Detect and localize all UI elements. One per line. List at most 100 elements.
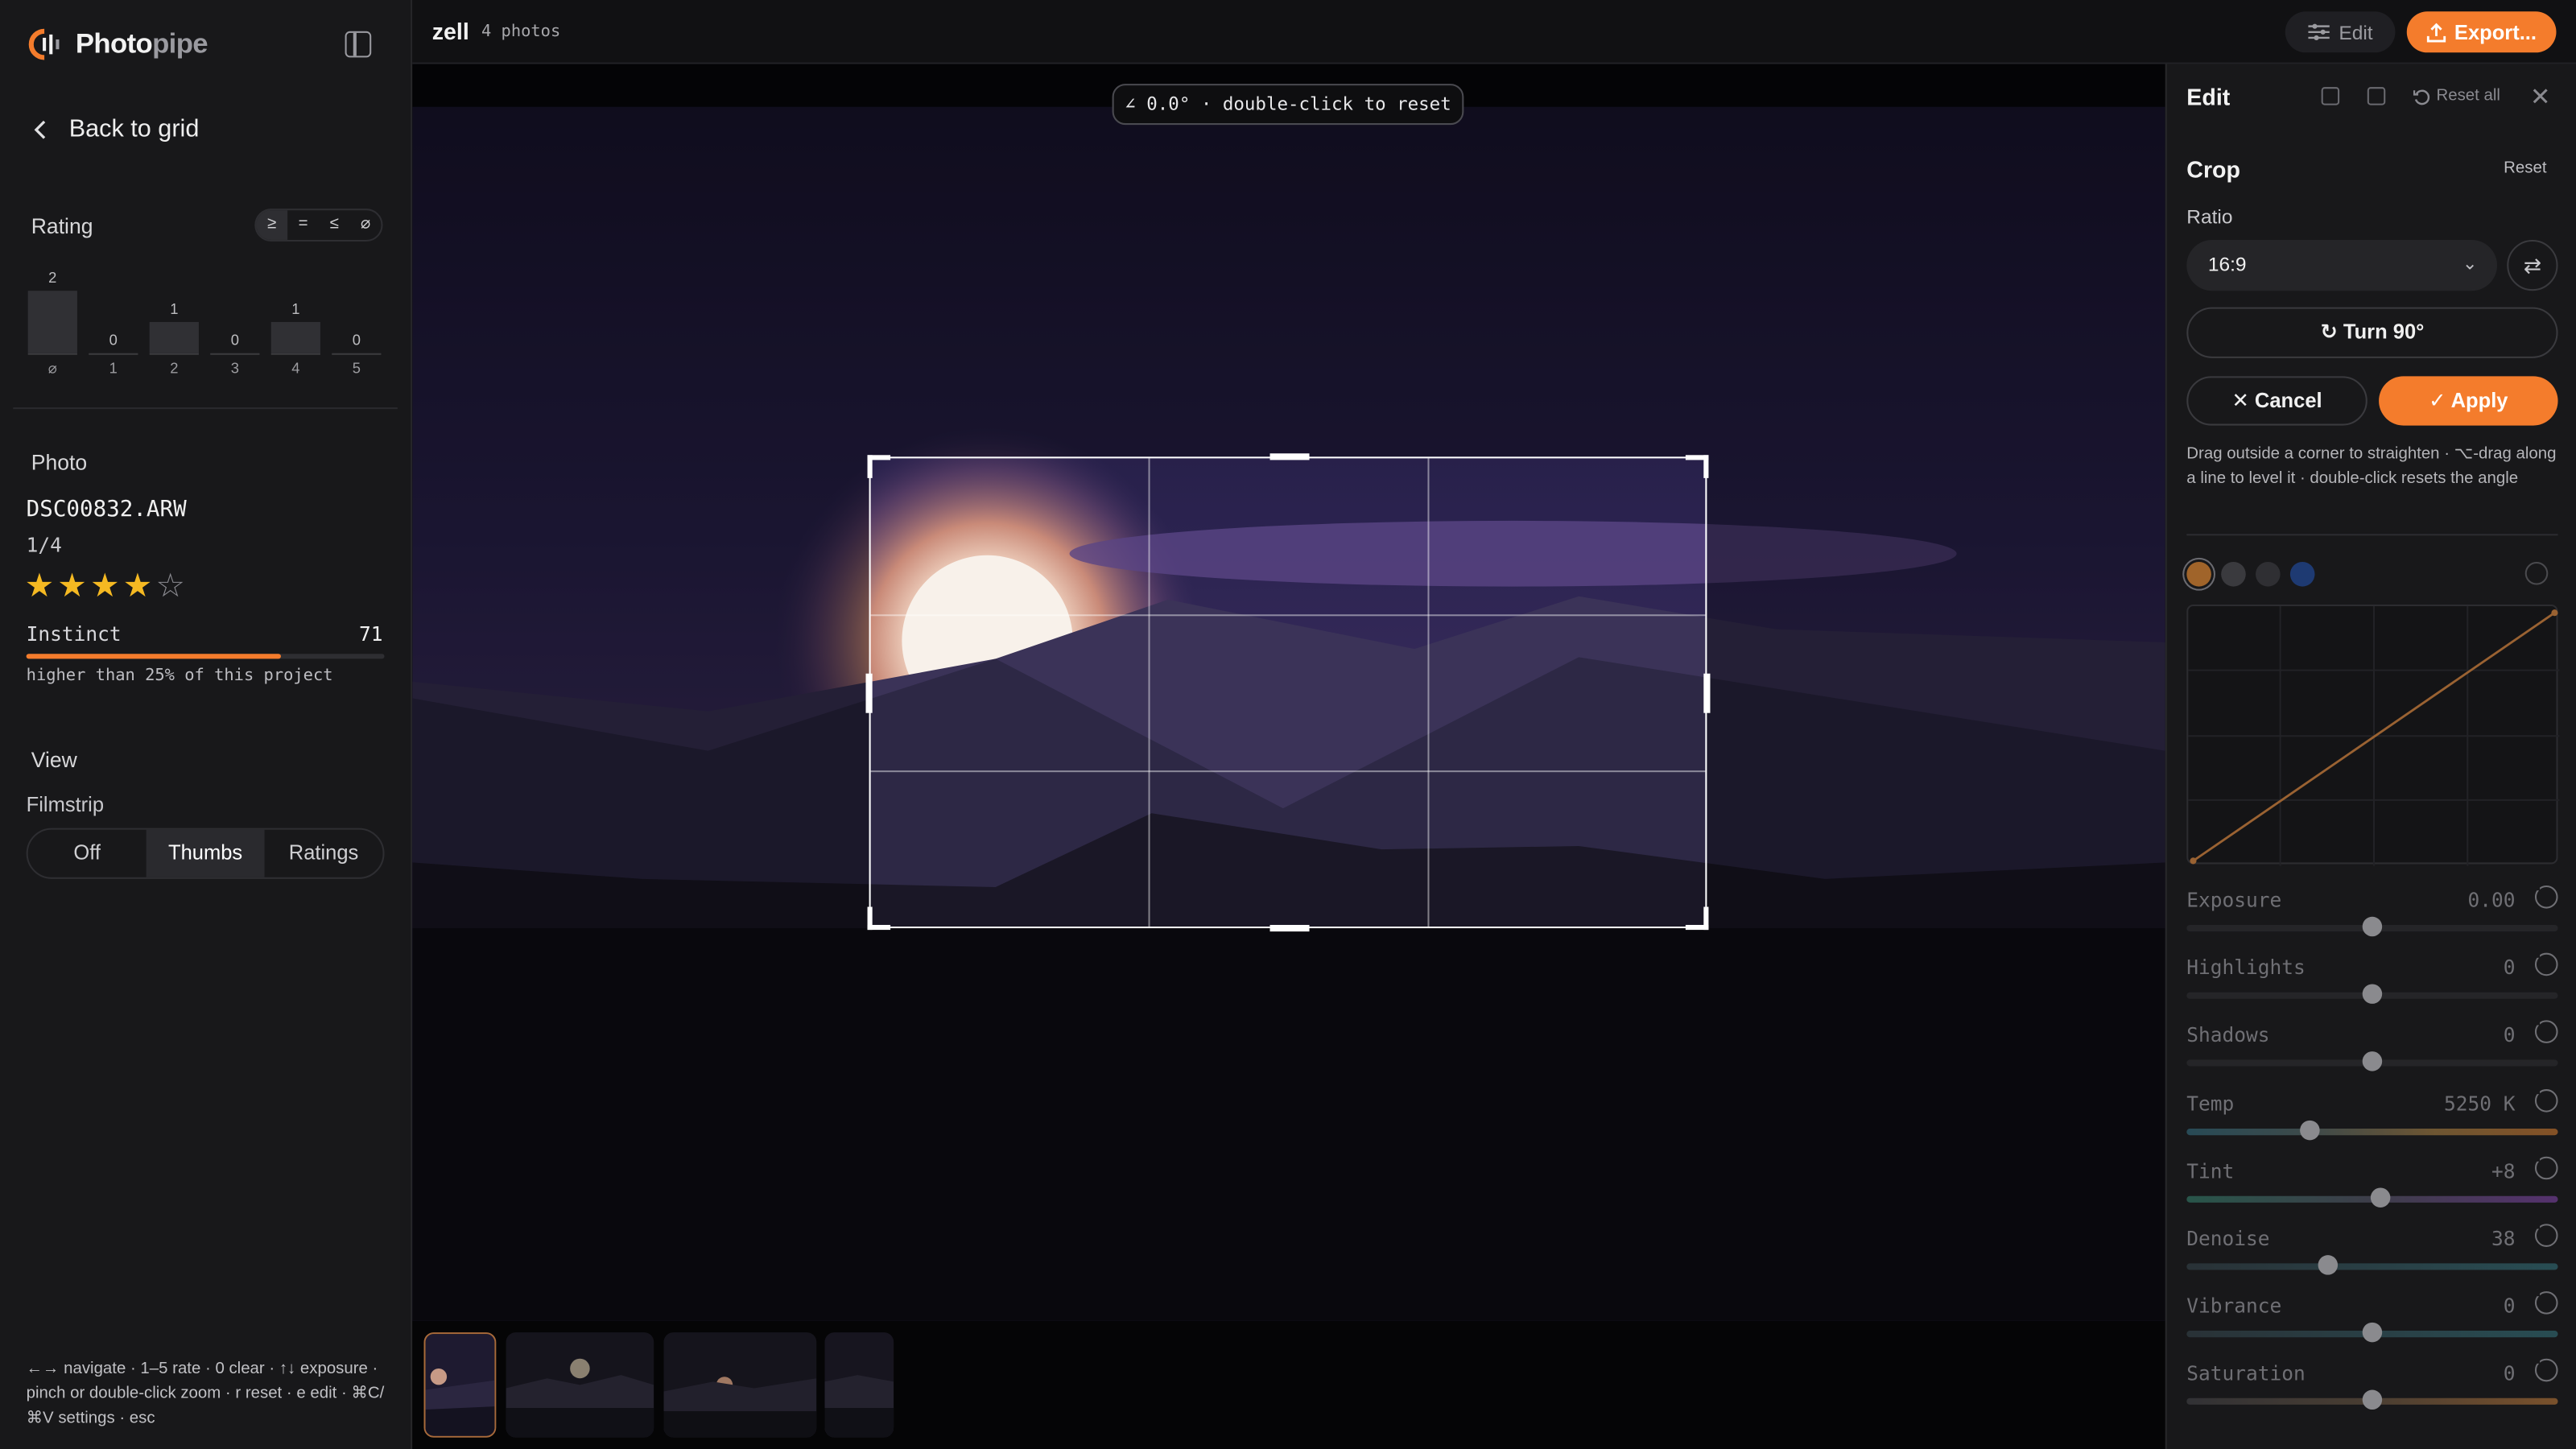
histogram-bar[interactable]: 14 <box>270 300 320 378</box>
edit-button[interactable]: Edit <box>2285 11 2396 53</box>
slider-value[interactable]: 0 <box>2504 956 2516 980</box>
slider-reset-icon[interactable] <box>2533 1222 2558 1247</box>
upload-icon <box>2426 22 2446 42</box>
crop-help-text: Drag outside a corner to straighten · ⌥-… <box>2186 445 2557 488</box>
slider-label: Tint <box>2186 1159 2235 1183</box>
slider-reset-icon[interactable] <box>2533 1357 2558 1383</box>
histogram-bar-fill <box>149 321 199 353</box>
sliders-icon <box>2307 23 2330 40</box>
filmstrip-thumbs-option[interactable]: Thumbs <box>146 829 265 877</box>
slider-value[interactable]: +8 <box>2491 1159 2515 1183</box>
filmstrip-thumbnail[interactable] <box>824 1332 894 1438</box>
slider-value[interactable]: 38 <box>2491 1227 2515 1250</box>
rating-op-lte[interactable]: ≤ <box>319 210 350 240</box>
filmstrip <box>412 1320 2165 1449</box>
histogram-count: 1 <box>170 300 179 317</box>
slider-value[interactable]: 0 <box>2504 1363 2516 1386</box>
histogram-bar[interactable]: 2 ⌀ <box>27 270 77 378</box>
slider-knob[interactable] <box>2362 1051 2383 1072</box>
rating-op-gte[interactable]: ≥ <box>256 210 288 240</box>
slider-knob[interactable] <box>2362 1323 2383 1343</box>
filmstrip-thumbnail[interactable] <box>506 1332 654 1438</box>
curve-channel-dot[interactable] <box>2289 561 2315 587</box>
cancel-crop-button[interactable]: ✕ Cancel <box>2186 376 2368 426</box>
histogram-label: 4 <box>291 359 300 377</box>
instinct-value: 71 <box>359 622 383 646</box>
star-filled-icon[interactable]: ★ <box>90 570 120 603</box>
crop-reset-button[interactable]: Reset <box>2504 159 2546 177</box>
close-icon: ✕ <box>2231 389 2255 413</box>
swap-orientation-icon[interactable]: ⇄ <box>2507 239 2558 291</box>
slider-label: Temp <box>2186 1092 2235 1115</box>
filmstrip-label: Filmstrip <box>26 793 105 817</box>
slider-knob[interactable] <box>2362 984 2383 1005</box>
star-empty-icon[interactable]: ☆ <box>155 570 185 603</box>
ratio-select[interactable]: 16:9 ⌄ <box>2186 239 2498 291</box>
star-filled-icon[interactable]: ★ <box>123 570 153 603</box>
crop-corner-handle[interactable] <box>867 906 873 931</box>
export-button-label: Export... <box>2454 20 2537 44</box>
star-filled-icon[interactable]: ★ <box>57 570 87 603</box>
slider-value[interactable]: 0.00 <box>2467 889 2515 912</box>
back-to-grid-button[interactable]: Back to grid <box>33 115 199 143</box>
star-filled-icon[interactable]: ★ <box>25 570 55 603</box>
export-button[interactable]: Export... <box>2406 11 2557 53</box>
rating-op-eq[interactable]: = <box>287 210 319 240</box>
photo-canvas[interactable]: ∠ 0.0° · double-click to reset <box>412 64 2165 1321</box>
star-rating[interactable]: ★ ★ ★ ★ ☆ <box>25 570 185 603</box>
copy-settings-icon[interactable] <box>2321 87 2340 105</box>
slider-value[interactable]: 5250 K <box>2444 1092 2515 1115</box>
slider-reset-icon[interactable] <box>2533 1019 2558 1044</box>
crop-edge-handle[interactable] <box>1703 673 1711 713</box>
reset-all-button[interactable]: Reset all <box>2413 87 2500 105</box>
curve-channel-dot[interactable] <box>2256 561 2281 587</box>
slider-value[interactable]: 0 <box>2504 1295 2516 1319</box>
divider <box>2186 534 2558 536</box>
tone-curve[interactable] <box>2186 605 2560 866</box>
histogram-bar[interactable]: 12 <box>149 300 199 378</box>
rating-operator-group: ≥ = ≤ ⌀ <box>254 208 383 242</box>
crop-frame[interactable] <box>865 453 1711 932</box>
apply-crop-button[interactable]: ✓ Apply <box>2379 376 2558 426</box>
slider-knob[interactable] <box>2299 1119 2319 1140</box>
slider-value[interactable]: 0 <box>2504 1024 2516 1047</box>
slider-knob[interactable] <box>2362 916 2383 937</box>
crop-corner-handle[interactable] <box>1703 455 1709 478</box>
rating-op-none[interactable]: ⌀ <box>350 210 382 240</box>
curve-channel-dot[interactable] <box>2186 561 2211 587</box>
slider-reset-icon[interactable] <box>2533 1087 2558 1112</box>
slider-reset-icon[interactable] <box>2533 883 2558 909</box>
slider-knob[interactable] <box>2362 1390 2383 1410</box>
divider <box>13 407 398 410</box>
slider-knob[interactable] <box>2318 1255 2338 1275</box>
slider-track[interactable] <box>2186 1263 2558 1270</box>
turn-90-label: Turn 90° <box>2343 320 2425 344</box>
crop-corner-handle[interactable] <box>867 455 873 478</box>
curve-reset-icon[interactable] <box>2524 561 2549 585</box>
filmstrip-off-option[interactable]: Off <box>28 830 147 877</box>
app-name-main: Photo <box>75 27 153 60</box>
slider-track[interactable] <box>2186 1128 2558 1135</box>
filmstrip-ratings-option[interactable]: Ratings <box>265 830 383 877</box>
close-icon[interactable]: ✕ <box>2530 82 2551 112</box>
slider-reset-icon[interactable] <box>2533 952 2558 976</box>
crop-edge-handle[interactable] <box>865 673 873 713</box>
crop-edge-handle[interactable] <box>1269 453 1310 460</box>
curve-channel-dot[interactable] <box>2221 561 2246 587</box>
filmstrip-thumbnail[interactable] <box>423 1332 497 1438</box>
histogram-baseline <box>332 353 382 355</box>
crop-corner-handle[interactable] <box>1703 906 1709 931</box>
histogram-bar[interactable]: 05 <box>332 332 382 378</box>
filmstrip-thumbnail[interactable] <box>663 1332 817 1438</box>
sidebar-toggle-icon[interactable] <box>345 31 372 58</box>
histogram-bar[interactable]: 01 <box>89 332 138 378</box>
histogram-bar[interactable]: 03 <box>210 332 260 378</box>
crop-edge-handle[interactable] <box>1269 924 1310 932</box>
paste-settings-icon[interactable] <box>2367 87 2386 105</box>
slider-label: Vibrance <box>2186 1294 2282 1319</box>
slider-reset-icon[interactable] <box>2533 1154 2558 1179</box>
turn-90-button[interactable]: ↻ Turn 90° <box>2186 307 2558 358</box>
slider-reset-icon[interactable] <box>2533 1290 2558 1315</box>
crop-grid-line <box>870 770 1706 773</box>
slider-knob[interactable] <box>2369 1187 2390 1208</box>
